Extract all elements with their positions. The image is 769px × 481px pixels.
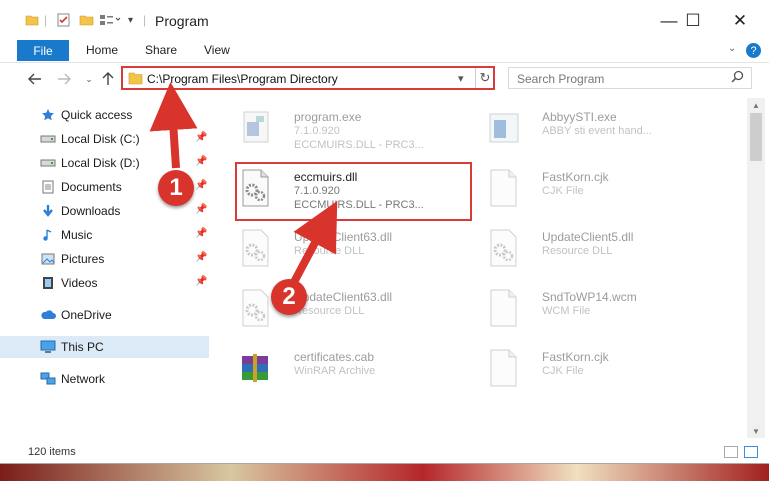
step-1-badge: 1: [158, 170, 194, 206]
annotation-arrows: [149, 82, 338, 286]
step-2-badge: 2: [271, 279, 307, 315]
arrow-to-dll-file: [289, 200, 338, 286]
arrow-to-address-bar: [149, 82, 198, 169]
